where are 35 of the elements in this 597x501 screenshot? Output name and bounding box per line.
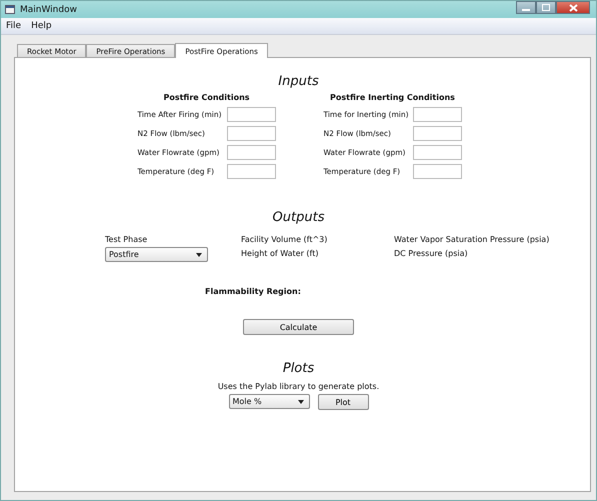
dropdown[interactable]: Mole % xyxy=(228,394,310,409)
window-icon xyxy=(5,5,15,14)
plot-button[interactable]: Plot xyxy=(318,394,368,410)
description-text: Uses the Pylab library to generate plots. xyxy=(216,382,380,391)
input-field[interactable] xyxy=(412,145,462,160)
close-button[interactable] xyxy=(556,1,590,14)
close-icon xyxy=(568,4,578,12)
group-heading: Postfire Inerting Conditions xyxy=(329,93,456,102)
output-label: Facility Volume (ft^3) xyxy=(241,235,328,244)
input-field[interactable] xyxy=(412,126,462,141)
menu-item[interactable]: File xyxy=(6,21,22,31)
field-label: Test Phase xyxy=(105,235,148,244)
result-label: Flammability Region: xyxy=(205,287,302,296)
output-label: Height of Water (ft) xyxy=(241,249,320,258)
output-label: Water Vapor Saturation Pressure (psia) xyxy=(394,235,550,244)
section-title: Outputs xyxy=(272,210,324,225)
section-title: Inputs xyxy=(278,74,319,89)
input-field[interactable] xyxy=(226,107,276,122)
caret-icon xyxy=(196,252,202,256)
caret-icon xyxy=(298,400,304,404)
menu-item[interactable]: Help xyxy=(31,21,52,31)
calculate-button[interactable]: Calculate xyxy=(243,319,354,335)
window-title: MainWindow xyxy=(20,4,77,14)
output-label: DC Pressure (psia) xyxy=(394,249,469,258)
maximize-button[interactable] xyxy=(536,1,556,14)
input-field[interactable] xyxy=(412,164,462,179)
input-field[interactable] xyxy=(412,107,462,122)
dropdown[interactable]: Postfire xyxy=(105,247,208,262)
input-field[interactable] xyxy=(226,145,276,160)
maximize-icon xyxy=(542,4,550,11)
group-heading: Postfire Conditions xyxy=(162,93,251,102)
input-field[interactable] xyxy=(226,164,276,179)
section-title: Plots xyxy=(282,361,314,376)
minimize-button[interactable] xyxy=(516,1,536,14)
input-field[interactable] xyxy=(226,126,276,141)
